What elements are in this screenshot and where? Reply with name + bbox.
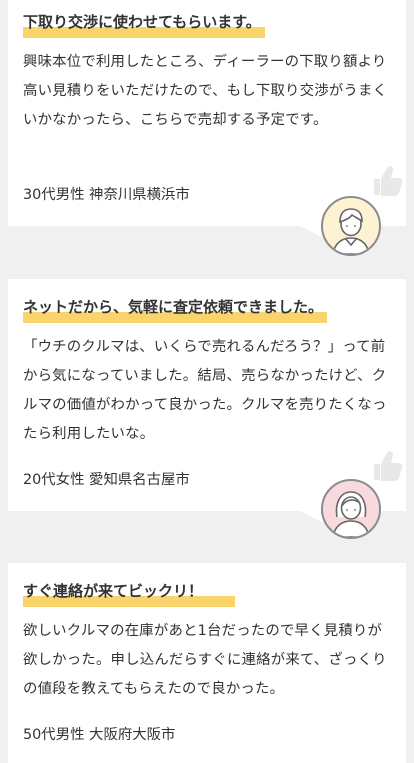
female-avatar-icon <box>321 479 381 539</box>
testimonial-card: すぐ連絡が来てビックリ！ 欲しいクルマの在庫があと1台だったので早く見積りが欲し… <box>8 563 406 763</box>
testimonial-card: 下取り交渉に使わせてもらいます。 興味本位で利用したところ、ディーラーの下取り額… <box>8 0 406 226</box>
testimonial-author: 50代男性 大阪府大阪市 <box>23 727 176 743</box>
male-avatar-icon <box>321 196 381 256</box>
testimonial-body: 興味本位で利用したところ、ディーラーの下取り額より高い見積りをいただけたので、も… <box>23 54 388 128</box>
testimonial-card: ネットだから、気軽に査定依頼できました。 「ウチのクルマは、いくらで売れるんだろ… <box>8 279 406 511</box>
testimonial-title: 下取り交渉に使わせてもらいます。 <box>23 12 265 38</box>
testimonial-author: 30代男性 神奈川県横浜市 <box>23 187 190 203</box>
testimonials-list: 下取り交渉に使わせてもらいます。 興味本位で利用したところ、ディーラーの下取り額… <box>0 0 414 763</box>
thumbs-up-icon <box>374 451 403 481</box>
thumbs-up-icon <box>374 166 403 196</box>
testimonial-body: 「ウチのクルマは、いくらで売れるんだろう？」って前から気になっていました。結局、… <box>23 339 387 442</box>
testimonial-title: すぐ連絡が来てビックリ！ <box>23 581 236 607</box>
testimonial-body: 欲しいクルマの在庫があと1台だったので早く見積りが欲しかった。申し込んだらすぐに… <box>23 623 387 697</box>
testimonial-title: ネットだから、気軽に査定依頼できました。 <box>23 297 328 323</box>
testimonial-author: 20代女性 愛知県名古屋市 <box>23 472 190 488</box>
